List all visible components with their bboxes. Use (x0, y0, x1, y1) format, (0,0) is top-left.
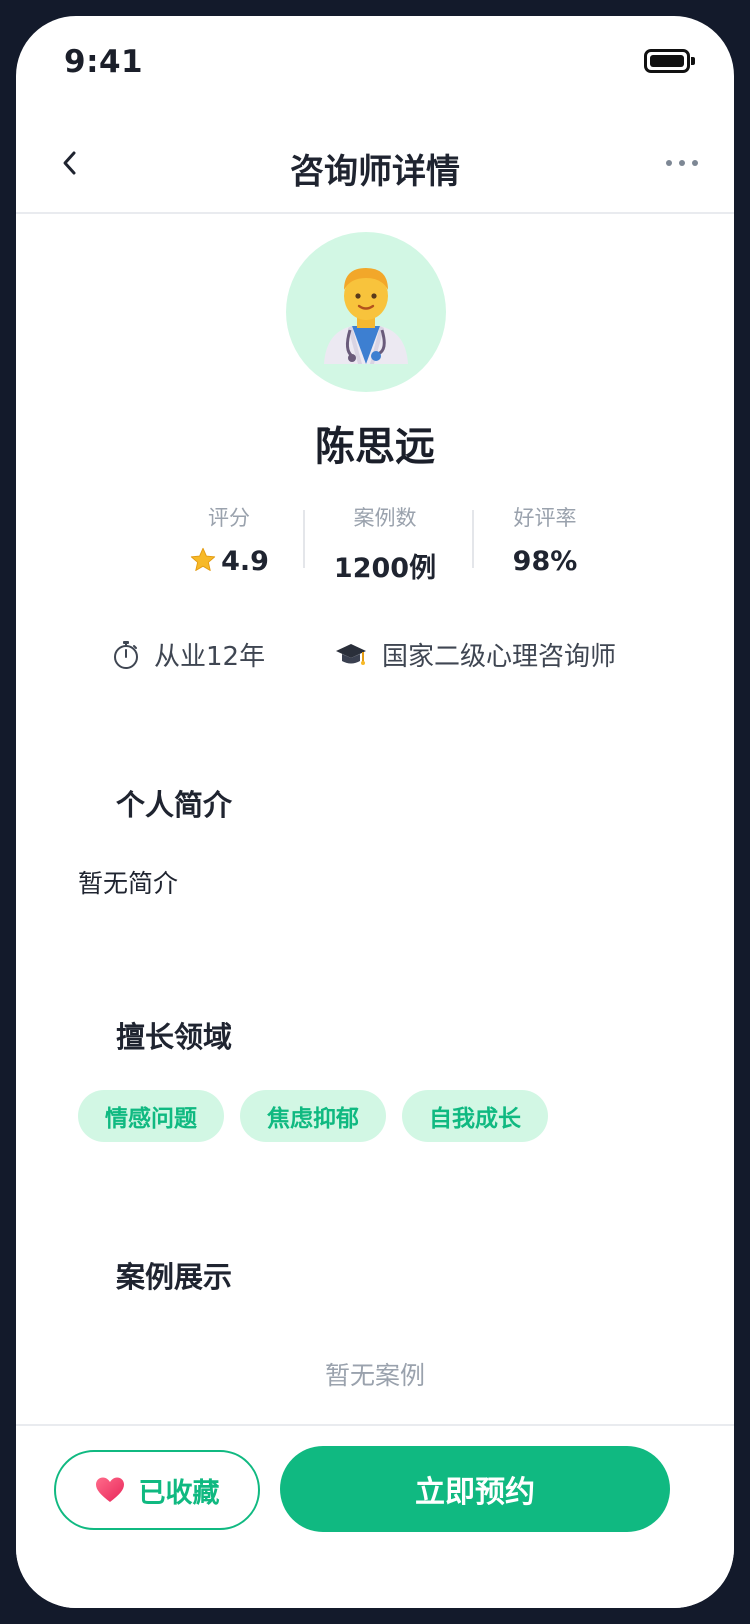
stat-cases: 案例数 1200例 (312, 502, 458, 585)
star-icon (190, 547, 216, 571)
heart-icon (95, 1477, 124, 1502)
stat-label: 好评率 (513, 506, 577, 530)
stat-positive-rate: 好评率 98% (472, 502, 618, 577)
expertise-tag[interactable]: 自我成长 (402, 1090, 548, 1142)
more-dots-icon (666, 160, 672, 166)
favorite-label: 已收藏 (138, 1477, 220, 1509)
intro-section-title: 个人简介 (116, 788, 233, 822)
doctor-name: 陈思远 (315, 424, 435, 470)
stat-divider (303, 510, 305, 568)
page-title: 咨询师详情 (290, 152, 460, 192)
bottom-action-bar: 已收藏 立即预约 (16, 1424, 734, 1608)
favorite-button[interactable]: 已收藏 (54, 1450, 260, 1530)
stat-label: 评分 (208, 506, 250, 530)
cases-section-title: 案例展示 (116, 1260, 233, 1294)
certification-text: 国家二级心理咨询师 (382, 642, 617, 672)
experience-item: 从业12年 (112, 636, 265, 673)
certification-item: 国家二级心理咨询师 (334, 636, 616, 673)
status-time: 9:41 (64, 44, 144, 80)
credentials-row: 从业12年 国家二级心理咨询师 (112, 636, 672, 676)
stopwatch-icon (114, 640, 138, 669)
phone-screen: 9:41 咨询师详情 陈思远 评分 4.9 案例数 1200例 好评率 98% … (16, 16, 734, 1608)
experience-text: 从业12年 (154, 642, 266, 672)
stat-value: 1200例 (333, 553, 437, 584)
stat-label: 案例数 (353, 506, 417, 530)
stat-value: 4.9 (221, 546, 269, 577)
avatar (286, 232, 446, 392)
more-dots-icon (679, 160, 685, 166)
more-button[interactable] (652, 138, 712, 188)
expertise-tags: 情感问题 焦虑抑郁 自我成长 (78, 1090, 548, 1142)
stat-rating: 评分 4.9 (156, 502, 302, 577)
stat-value: 98% (512, 546, 578, 577)
battery-icon (644, 49, 695, 73)
more-dots-icon (692, 160, 698, 166)
doctor-avatar-icon (324, 268, 408, 364)
cases-empty-text: 暂无案例 (324, 1361, 425, 1390)
book-now-button[interactable]: 立即预约 (280, 1446, 670, 1532)
expertise-tag[interactable]: 情感问题 (78, 1090, 224, 1142)
intro-text: 暂无简介 (78, 869, 179, 898)
nav-bar: 咨询师详情 (16, 112, 734, 214)
expertise-section-title: 擅长领域 (116, 1020, 233, 1054)
expertise-tag[interactable]: 焦虑抑郁 (240, 1090, 386, 1142)
graduation-cap-icon (336, 643, 366, 665)
stats-row: 评分 4.9 案例数 1200例 好评率 98% (156, 502, 596, 585)
status-bar: 9:41 (16, 16, 734, 112)
